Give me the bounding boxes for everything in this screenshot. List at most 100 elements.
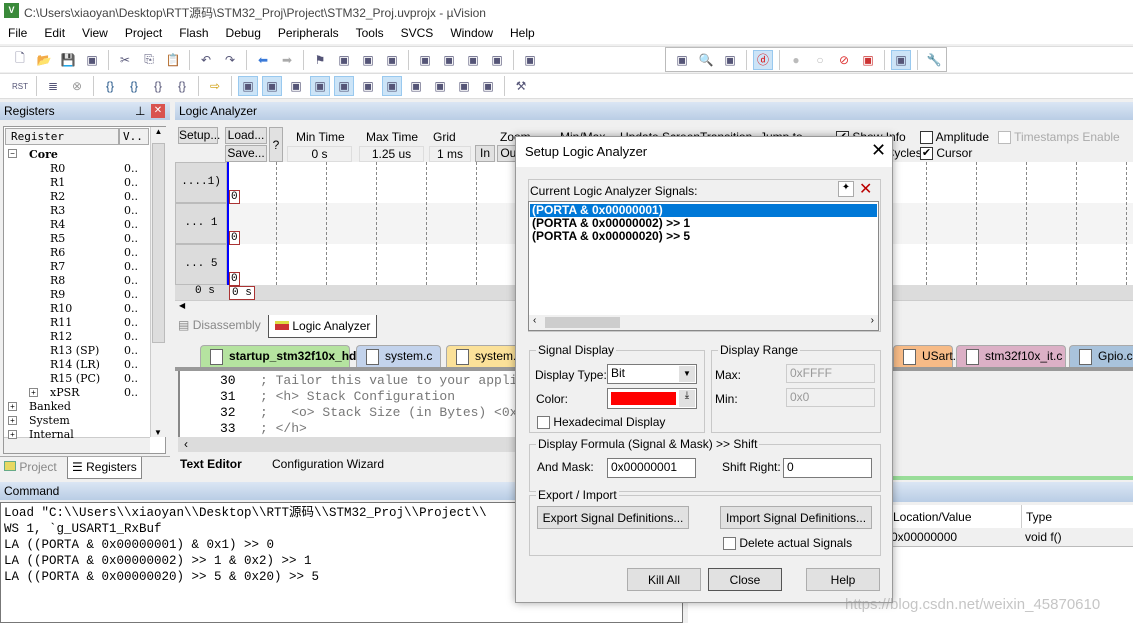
kill-all-button[interactable]: Kill All: [627, 568, 701, 591]
register-name[interactable]: R14 (LR): [50, 358, 100, 371]
register-value[interactable]: 0..: [124, 358, 138, 371]
column-header-register[interactable]: Register: [5, 128, 119, 145]
analysis-window-button[interactable]: ▣: [430, 76, 450, 96]
register-value[interactable]: 0..: [124, 302, 138, 315]
register-value[interactable]: 0..: [124, 330, 138, 343]
column-header-value[interactable]: V..: [119, 128, 149, 145]
register-name[interactable]: R9: [50, 288, 65, 301]
tree-group-system[interactable]: System: [29, 414, 70, 427]
file-tab[interactable]: stm32f10x_it.c: [956, 345, 1066, 367]
register-value[interactable]: 0..: [124, 176, 138, 189]
register-name[interactable]: R2: [50, 190, 65, 203]
register-value[interactable]: 0..: [124, 232, 138, 245]
step-over-button[interactable]: {}: [124, 76, 144, 96]
run-button[interactable]: ≣: [43, 76, 63, 96]
find-button[interactable]: 🔍: [696, 50, 716, 70]
register-value[interactable]: 0..: [124, 260, 138, 273]
copy-button[interactable]: ⎘: [139, 50, 159, 70]
register-name[interactable]: R12: [50, 330, 72, 343]
window-layout-button[interactable]: ▣: [891, 49, 911, 70]
load-button[interactable]: Load...: [225, 127, 267, 144]
file-tab[interactable]: Gpio.c: [1069, 345, 1133, 367]
save-button[interactable]: Save...: [225, 145, 267, 162]
menu-window[interactable]: Window: [450, 26, 493, 40]
configure-button[interactable]: 🔧: [924, 50, 944, 70]
expand-icon[interactable]: +: [29, 388, 38, 397]
menu-view[interactable]: View: [82, 26, 108, 40]
step-out-button[interactable]: {}: [148, 76, 168, 96]
expand-icon[interactable]: +: [8, 430, 17, 439]
comment-button[interactable]: ▣: [463, 50, 483, 70]
file-tab[interactable]: system.h: [446, 345, 526, 367]
step-into-button[interactable]: {}: [100, 76, 120, 96]
cut-button[interactable]: ✂: [115, 50, 135, 70]
timestamps-checkbox[interactable]: Timestamps Enable: [998, 130, 1120, 145]
register-name[interactable]: R4: [50, 218, 65, 231]
register-name[interactable]: R7: [50, 260, 65, 273]
column-header-location[interactable]: Location/Value: [893, 510, 972, 524]
new-file-button[interactable]: 🗋: [10, 50, 30, 70]
register-value[interactable]: 0..: [124, 344, 138, 357]
delete-signal-icon[interactable]: ✕: [859, 179, 872, 199]
uncomment-button[interactable]: ▣: [487, 50, 507, 70]
zoom-in-button[interactable]: In: [475, 145, 495, 162]
menu-tools[interactable]: Tools: [356, 26, 384, 40]
find-in-files-button[interactable]: ▣: [520, 50, 540, 70]
stop-button[interactable]: ⊗: [67, 76, 87, 96]
tab-project[interactable]: Project: [4, 460, 57, 474]
horizontal-scrollbar[interactable]: [4, 437, 150, 453]
signal-label[interactable]: ... 5: [175, 244, 227, 285]
serial-window-button[interactable]: ▣: [406, 76, 426, 96]
open-button[interactable]: 📂: [34, 50, 54, 70]
help-button[interactable]: ?: [269, 127, 283, 162]
pin-icon[interactable]: ⊥: [135, 104, 145, 118]
watch-window-button[interactable]: ▣: [358, 76, 378, 96]
register-value[interactable]: 0..: [124, 316, 138, 329]
tree-group-banked[interactable]: Banked: [29, 400, 71, 413]
next-bookmark-button[interactable]: ▣: [358, 50, 378, 70]
shift-right-input[interactable]: 0: [783, 458, 872, 478]
file-tab[interactable]: startup_stm32f10x_hd.s: [200, 345, 366, 367]
kill-all-button[interactable]: ▣: [858, 50, 878, 70]
save-button[interactable]: 💾: [58, 50, 78, 70]
clear-bookmarks-button[interactable]: ▣: [382, 50, 402, 70]
code-line[interactable]: ; Tailor this value to your appli: [260, 373, 517, 388]
new-signal-icon[interactable]: ✦: [838, 181, 854, 197]
code-line[interactable]: ; <h> Stack Configuration: [260, 389, 455, 404]
kill-breakpoints-button[interactable]: ⊘: [834, 50, 854, 70]
register-name[interactable]: R8: [50, 274, 65, 287]
column-header-type[interactable]: Type: [1026, 510, 1052, 524]
listbox-hscrollbar[interactable]: ‹ ›: [529, 315, 878, 330]
color-picker[interactable]: ⤓: [607, 388, 697, 409]
register-value[interactable]: 0..: [124, 162, 138, 175]
register-value[interactable]: 0..: [124, 274, 138, 287]
reset-button[interactable]: RST: [10, 76, 30, 96]
signal-label[interactable]: ....1): [175, 162, 227, 203]
hexadecimal-display-checkbox[interactable]: Hexadecimal Display: [537, 415, 665, 430]
tree-group-core[interactable]: Core: [29, 148, 58, 161]
redo-button[interactable]: ↷: [220, 50, 240, 70]
register-name[interactable]: R0: [50, 162, 65, 175]
unindent-button[interactable]: ▣: [439, 50, 459, 70]
system-viewer-button[interactable]: ▣: [478, 76, 498, 96]
run-to-cursor-button[interactable]: {}: [172, 76, 192, 96]
menu-peripherals[interactable]: Peripherals: [278, 26, 339, 40]
register-value[interactable]: 0..: [124, 288, 138, 301]
paste-button[interactable]: 📋: [163, 50, 183, 70]
menu-file[interactable]: File: [8, 26, 27, 40]
import-signal-definitions-button[interactable]: Import Signal Definitions...: [720, 506, 872, 529]
memory-window-button[interactable]: ▣: [382, 76, 402, 96]
and-mask-input[interactable]: 0x00000001: [607, 458, 696, 478]
register-name[interactable]: R3: [50, 204, 65, 217]
tab-disassembly[interactable]: ▤ Disassembly: [178, 318, 261, 332]
undo-button[interactable]: ↶: [196, 50, 216, 70]
toolbox-button[interactable]: ⚒: [511, 76, 531, 96]
command-window-button[interactable]: ▣: [238, 76, 258, 96]
register-value[interactable]: 0..: [124, 190, 138, 203]
tab-text-editor[interactable]: Text Editor: [180, 457, 242, 471]
register-name[interactable]: R11: [50, 316, 72, 329]
tab-configuration-wizard[interactable]: Configuration Wizard: [272, 457, 384, 471]
vertical-scrollbar[interactable]: ▲ ▼: [150, 127, 166, 437]
register-value[interactable]: 0..: [124, 372, 138, 385]
nav-back-button[interactable]: ⬅: [253, 50, 273, 70]
